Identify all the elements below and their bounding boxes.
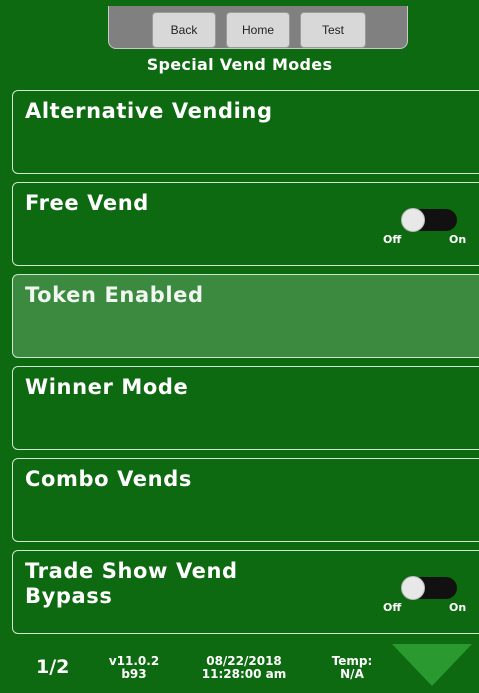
- time-value: 11:28:00 am: [201, 667, 287, 681]
- free-vend-toggle[interactable]: Off On: [383, 208, 479, 246]
- page-indicator: 1/2: [36, 656, 70, 678]
- toggle-off-label: Off: [383, 601, 402, 614]
- toggle-track: [401, 208, 457, 232]
- toggle-on-label: On: [449, 601, 467, 614]
- home-button[interactable]: Home: [226, 12, 290, 48]
- date-time: 08/22/2018 11:28:00 am: [186, 655, 302, 681]
- menu-item-label: Winner Mode: [25, 375, 189, 399]
- back-button[interactable]: Back: [152, 12, 216, 48]
- toggle-knob: [401, 208, 425, 232]
- triangle-down-icon[interactable]: [392, 644, 472, 686]
- temp-value: N/A: [340, 667, 364, 681]
- temperature-info: Temp: N/A: [322, 655, 382, 681]
- toggle-knob: [401, 576, 425, 600]
- menu-item-token-enabled[interactable]: Token Enabled: [12, 274, 479, 358]
- menu-item-label: Trade Show Vend Bypass: [25, 559, 238, 608]
- toggle-track: [401, 576, 457, 600]
- menu-item-alternative-vending[interactable]: Alternative Vending: [12, 90, 479, 174]
- page-title: Special Vend Modes: [146, 55, 333, 74]
- toggle-off-label: Off: [383, 233, 402, 246]
- test-button[interactable]: Test: [300, 12, 366, 48]
- menu-item-winner-mode[interactable]: Winner Mode: [12, 366, 479, 450]
- menu-item-label: Token Enabled: [25, 283, 204, 307]
- menu-item-label: Alternative Vending: [25, 99, 273, 123]
- trade-show-bypass-toggle[interactable]: Off On: [383, 576, 479, 614]
- build-number: b93: [121, 667, 147, 681]
- menu-item-label: Free Vend: [25, 191, 149, 215]
- toggle-on-label: On: [449, 233, 467, 246]
- menu-item-trade-show-vend-bypass[interactable]: Trade Show Vend Bypass Off On: [12, 550, 479, 634]
- version-info: v11.0.2 b93: [102, 655, 166, 681]
- menu-item-free-vend[interactable]: Free Vend Off On: [12, 182, 479, 266]
- menu-item-label: Combo Vends: [25, 467, 192, 491]
- menu-item-combo-vends[interactable]: Combo Vends: [12, 458, 479, 542]
